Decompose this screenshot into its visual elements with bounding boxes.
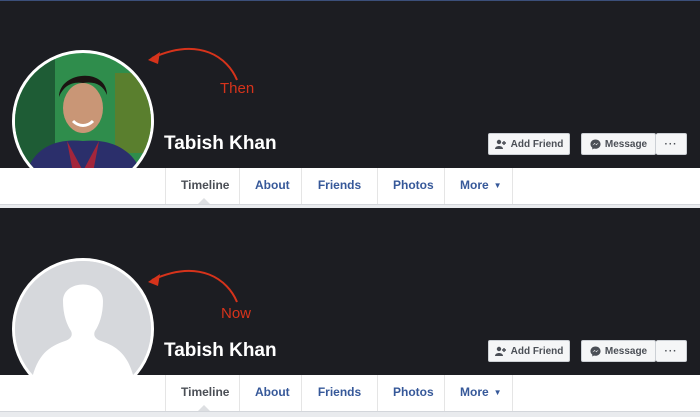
message-button[interactable]: Message <box>581 340 656 362</box>
profile-name[interactable]: Tabish Khan <box>164 133 277 155</box>
add-friend-label: Add Friend <box>510 138 564 150</box>
add-friend-icon <box>494 139 506 149</box>
tab-more[interactable]: More ▼ <box>445 375 513 411</box>
message-label: Message <box>604 138 648 150</box>
tab-friends[interactable]: Friends <box>302 168 378 204</box>
messenger-icon <box>590 138 601 150</box>
more-options-button[interactable]: ··· <box>656 133 687 155</box>
profile-header-now: Now Tabish Khan Add Friend Message ··· T… <box>0 208 700 417</box>
more-options-button[interactable]: ··· <box>656 340 687 362</box>
caret-down-icon: ▼ <box>493 388 502 397</box>
profile-nav: Timeline About Friends Photos More ▼ <box>0 168 700 205</box>
tab-photos[interactable]: Photos <box>378 168 445 204</box>
caret-down-icon: ▼ <box>493 181 502 190</box>
curved-arrow-icon <box>148 269 238 303</box>
tab-about[interactable]: About <box>240 168 302 204</box>
annotation-label: Then <box>220 80 255 97</box>
tab-more-label: More <box>460 385 489 399</box>
profile-name[interactable]: Tabish Khan <box>164 340 277 362</box>
tab-more[interactable]: More ▼ <box>445 168 513 204</box>
message-label: Message <box>604 345 648 357</box>
add-friend-button[interactable]: Add Friend <box>488 133 570 155</box>
add-friend-button[interactable]: Add Friend <box>488 340 570 362</box>
tab-more-label: More <box>460 178 489 192</box>
profile-header-then: Then Tabish Khan Add Friend Message ··· <box>0 0 700 205</box>
message-button[interactable]: Message <box>581 133 656 155</box>
tab-timeline[interactable]: Timeline <box>165 375 240 411</box>
tab-friends[interactable]: Friends <box>302 375 378 411</box>
add-friend-icon <box>494 346 506 356</box>
profile-nav: Timeline About Friends Photos More ▼ <box>0 375 700 412</box>
tab-about[interactable]: About <box>240 375 302 411</box>
tab-photos[interactable]: Photos <box>378 375 445 411</box>
annotation-label: Now <box>221 305 252 322</box>
tab-timeline[interactable]: Timeline <box>165 168 240 204</box>
add-friend-label: Add Friend <box>510 345 564 357</box>
messenger-icon <box>590 345 601 357</box>
